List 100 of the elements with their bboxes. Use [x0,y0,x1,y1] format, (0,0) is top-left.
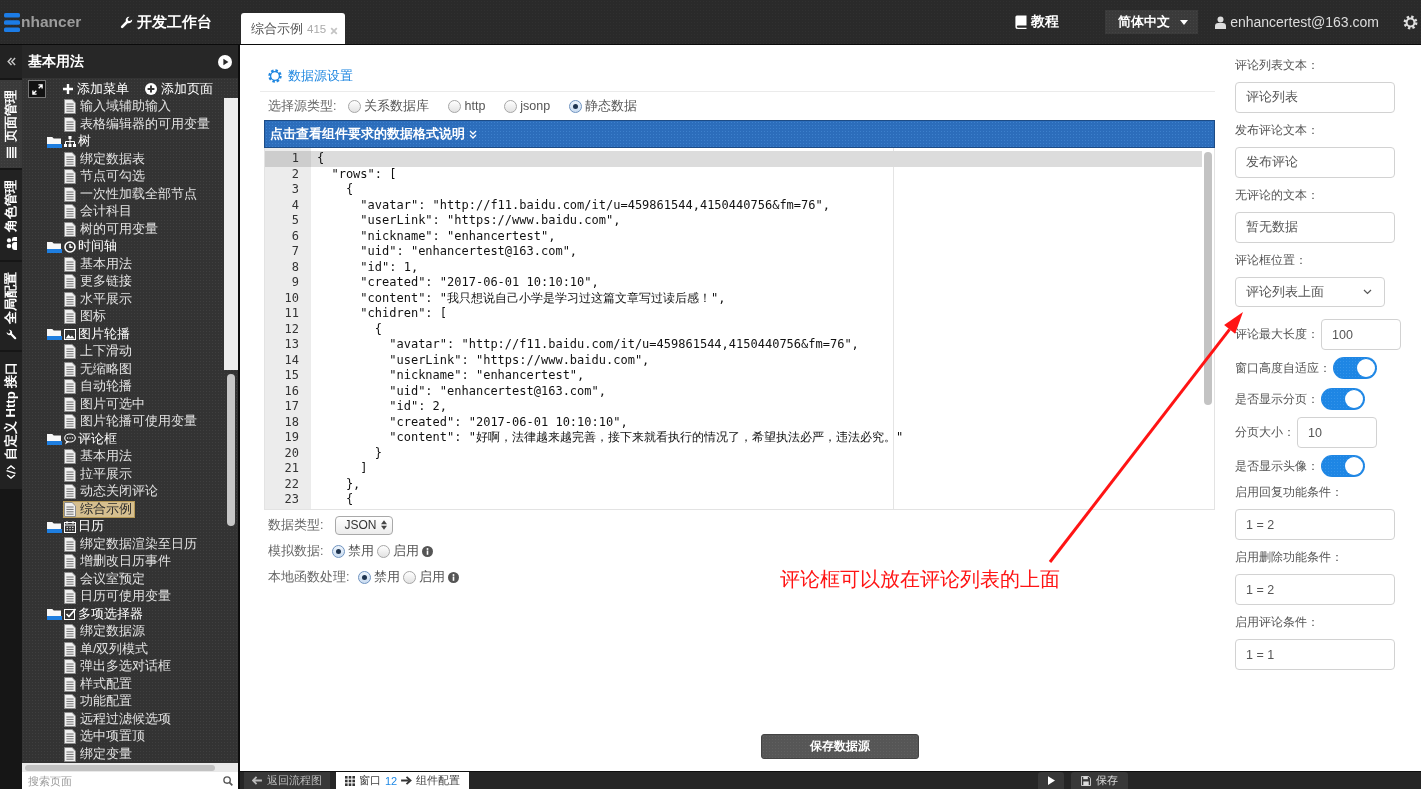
data-type-select[interactable]: JSON [335,515,393,535]
text-field[interactable]: 10 [1297,417,1377,448]
radio-option[interactable]: 启用 [403,568,446,586]
scrollbar-thumb[interactable] [227,374,235,526]
text-field[interactable]: 1 = 2 [1235,574,1395,605]
side-tab[interactable]: 角色管理 [0,170,22,260]
radio-option[interactable]: http [448,99,486,113]
side-tab[interactable]: 页面管理 [0,80,22,168]
text-field[interactable]: 暂无数据 [1235,212,1395,243]
add-page-button[interactable]: 添加页面 [145,80,213,98]
text-field[interactable]: 发布评论 [1235,147,1395,178]
search-icon[interactable] [223,775,233,786]
text-field[interactable]: 1 = 1 [1235,639,1395,670]
tree-folder[interactable]: 图片轮播 [46,325,133,343]
side-tab[interactable]: 全局配置 [0,262,22,350]
tree-item[interactable]: 水平展示 [63,290,135,308]
radio-button[interactable] [448,99,462,113]
radio-button[interactable] [403,570,417,584]
info-icon[interactable] [422,545,434,557]
radio-option[interactable]: 静态数据 [569,97,638,115]
tree-item[interactable]: 会计科目 [63,203,135,221]
scrollbar-thumb[interactable] [25,764,215,771]
radio-option[interactable]: 关系数据库 [348,97,430,115]
tree-item[interactable]: 图片轮播可使用变量 [63,413,200,431]
radio-option[interactable]: 禁用 [332,542,375,560]
run-button[interactable] [1038,772,1064,789]
workbench-link[interactable]: 开发工作台 [120,12,212,32]
tree-folder[interactable]: 多项选择器 [46,605,146,623]
tree-item[interactable]: 绑定数据渲染至日历 [63,535,200,553]
toggle-switch[interactable] [1321,388,1365,410]
tree-item[interactable]: 绑定变量 [63,745,135,763]
tree-item[interactable]: 无缩略图 [63,360,135,378]
tree-item[interactable]: 图标 [63,308,109,326]
tree-folder[interactable]: 时间轴 [46,238,120,256]
tree-item[interactable]: 选中项置顶 [63,728,148,746]
tree-item[interactable]: 绑定数据源 [63,623,148,641]
tree-item[interactable]: 会议室预定 [63,570,148,588]
tree-item[interactable]: 弹出多选对话框 [63,658,174,676]
arrow-left-icon [252,776,262,785]
speech-bubble-icon [64,433,76,446]
tree-item[interactable]: 拉平展示 [63,465,135,483]
radio-button[interactable] [569,99,583,113]
document-icon [64,379,76,395]
tree-item[interactable]: 基本用法 [63,255,135,273]
settings-icon[interactable] [1403,14,1418,30]
tree-item[interactable]: 更多链接 [63,273,135,291]
radio-button[interactable] [504,99,518,113]
editor-tab[interactable]: 综合示例 415 [241,13,346,44]
tree-item[interactable]: 基本用法 [63,448,135,466]
position-select[interactable]: 评论列表上面 [1235,277,1385,307]
radio-button[interactable] [358,570,372,584]
radio-option[interactable]: jsonp [504,99,551,113]
radio-button[interactable] [377,544,391,558]
tree-item[interactable]: 综合示例 [63,500,135,518]
tree-folder[interactable]: 树 [46,133,94,151]
format-help-bar[interactable]: 点击查看组件要求的数据格式说明 [264,120,1215,148]
tree-item[interactable]: 动态关闭评论 [63,483,161,501]
tree-item[interactable]: 增删改日历事件 [63,553,174,571]
scrollbar-thumb[interactable] [1204,152,1212,405]
search-field[interactable]: 搜索页面 [22,772,238,789]
document-icon [64,291,76,307]
tree-item[interactable]: 上下滑动 [63,343,135,361]
expand-button[interactable] [28,80,46,98]
language-dropdown[interactable]: 简体中文 [1105,10,1199,34]
tree-folder[interactable]: 日历 [46,518,107,536]
back-button[interactable]: 返回流程图 [244,772,330,789]
tree-item[interactable]: 远程过滤候选项 [63,710,174,728]
tree-item[interactable]: 表格编辑器的可用变量 [63,115,213,133]
tree-item[interactable]: 日历可使用变量 [63,588,174,606]
tutorial-link[interactable]: 教程 [1014,13,1060,31]
save-datasource-button[interactable]: 保存数据源 [760,734,919,759]
tree-item[interactable]: 绑定数据表 [63,150,148,168]
radio-button[interactable] [332,544,346,558]
tree-item[interactable]: 功能配置 [63,693,135,711]
radio-button[interactable] [348,99,362,113]
tree-item[interactable]: 节点可勾选 [63,168,148,186]
tree-item[interactable]: 单/双列模式 [63,640,152,658]
save-button[interactable]: 保存 [1071,772,1128,789]
toggle-switch[interactable] [1321,455,1365,477]
side-tab[interactable]: 自定义 Http 接口 [0,351,22,489]
tree-item[interactable]: 样式配置 [63,675,135,693]
tree-item[interactable]: 自动轮播 [63,378,135,396]
text-field[interactable]: 评论列表 [1235,82,1395,113]
tree-folder[interactable]: 评论框 [46,430,120,448]
tree-item[interactable]: 图片可选中 [63,395,148,413]
play-icon[interactable] [218,54,232,69]
tree-item[interactable]: 一次性加载全部节点 [63,185,200,203]
info-icon[interactable] [448,571,460,583]
radio-option[interactable]: 启用 [377,542,420,560]
toggle-switch[interactable] [1333,357,1377,379]
tree-item[interactable]: 输入域辅助输入 [63,98,174,116]
collapse-button[interactable] [0,45,22,78]
radio-option[interactable]: 禁用 [358,568,401,586]
document-icon [64,221,76,237]
text-field[interactable]: 100 [1321,319,1401,350]
add-menu-button[interactable]: 添加菜单 [63,80,129,98]
scrollbar[interactable] [22,763,238,772]
tree-item[interactable]: 树的可用变量 [63,220,161,238]
text-field[interactable]: 1 = 2 [1235,509,1395,540]
window-tab[interactable]: 窗口 12 组件配置 [336,772,470,789]
